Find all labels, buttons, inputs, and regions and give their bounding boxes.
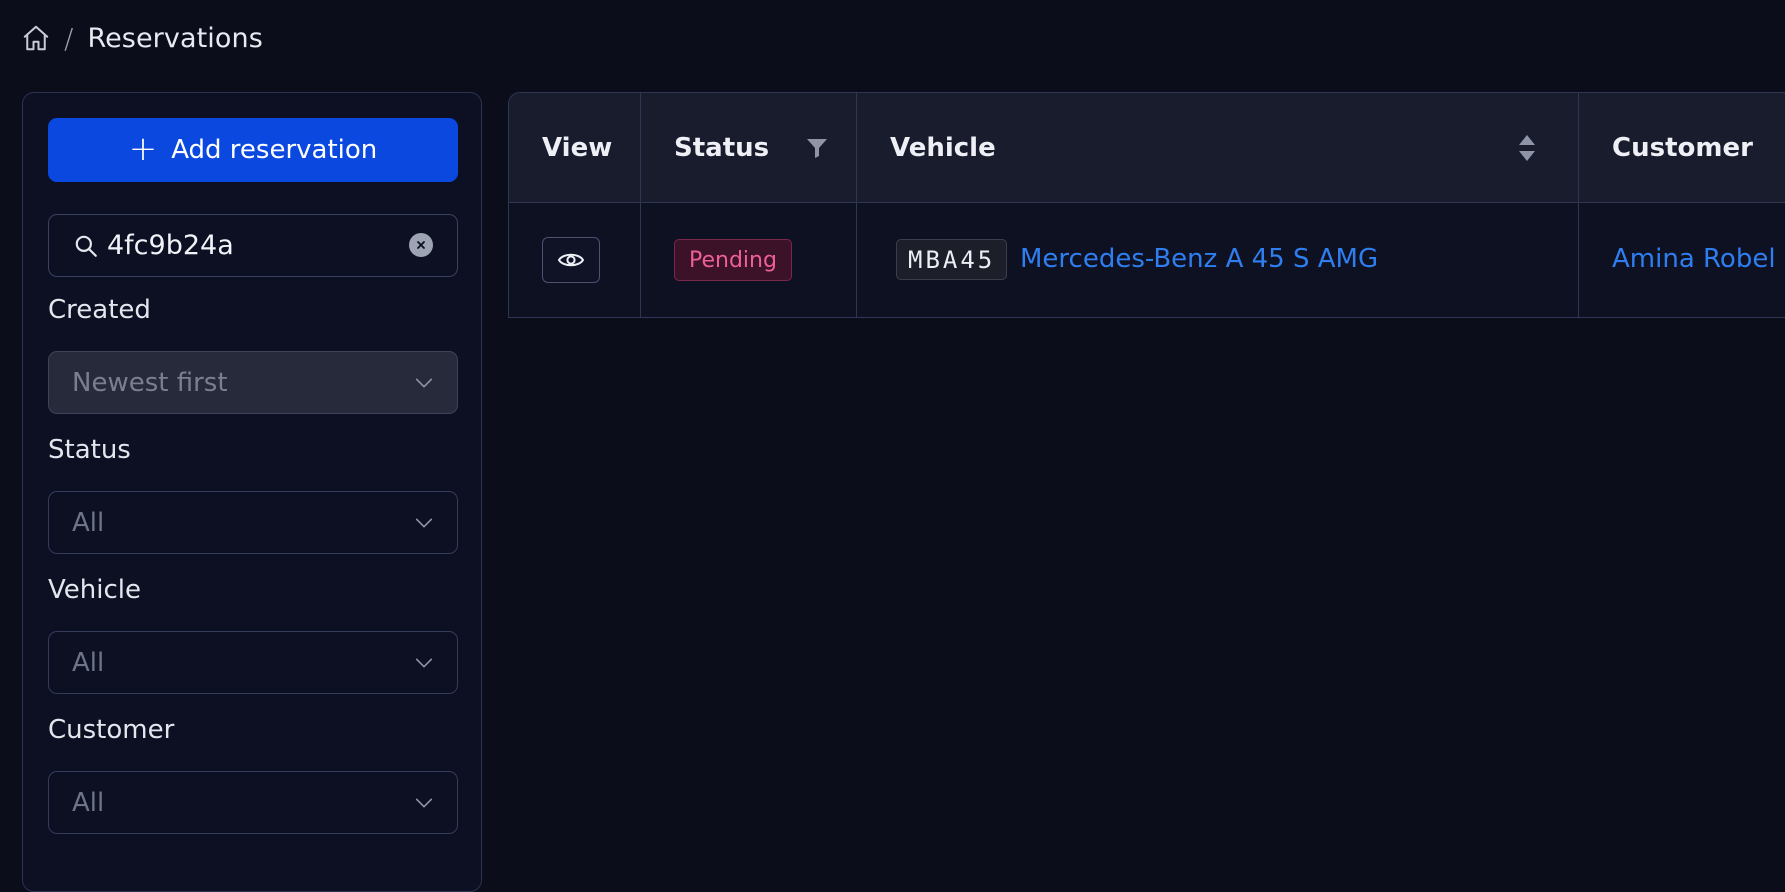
status-filter-value: All xyxy=(72,507,105,538)
customer-filter-select[interactable]: All xyxy=(48,771,458,834)
column-header-vehicle[interactable]: Vehicle xyxy=(857,93,1579,202)
search-icon xyxy=(71,231,101,261)
cell-view xyxy=(509,203,641,317)
customer-link[interactable]: Amina Robel - xyxy=(1612,244,1785,274)
customer-filter-label: Customer xyxy=(48,715,175,745)
chevron-down-icon xyxy=(415,658,433,668)
cell-customer: Amina Robel - xyxy=(1579,203,1785,317)
home-icon[interactable] xyxy=(20,22,52,54)
license-plate: MBA45 xyxy=(896,239,1008,280)
column-header-customer: Customer xyxy=(1579,93,1785,202)
table-row: Pending MBA45 Mercedes-Benz A 45 S AMG A… xyxy=(509,203,1785,317)
filter-icon[interactable] xyxy=(805,136,829,160)
chevron-down-icon xyxy=(415,518,433,528)
plus-icon: + xyxy=(128,128,158,169)
view-reservation-button[interactable] xyxy=(542,237,600,283)
status-filter-label: Status xyxy=(48,435,131,465)
created-filter-label: Created xyxy=(48,295,151,325)
reservations-table: View Status Vehicle Customer Pending MBA… xyxy=(508,92,1785,318)
filter-sidebar: + Add reservation Created Newest first S… xyxy=(22,92,482,892)
eye-icon xyxy=(557,253,585,267)
column-header-vehicle-label: Vehicle xyxy=(890,133,996,163)
sort-icon[interactable] xyxy=(1517,133,1537,163)
status-badge: Pending xyxy=(674,239,792,281)
search-box xyxy=(48,214,458,277)
column-header-status-label: Status xyxy=(674,133,770,163)
search-input[interactable] xyxy=(107,230,397,261)
customer-filter-value: All xyxy=(72,787,105,818)
cell-vehicle: MBA45 Mercedes-Benz A 45 S AMG xyxy=(857,203,1579,317)
vehicle-filter-select[interactable]: All xyxy=(48,631,458,694)
table-header: View Status Vehicle Customer xyxy=(509,93,1785,203)
column-header-customer-label: Customer xyxy=(1612,133,1753,163)
column-header-view: View xyxy=(509,93,641,202)
status-filter-select[interactable]: All xyxy=(48,491,458,554)
cell-status: Pending xyxy=(641,203,857,317)
chevron-down-icon xyxy=(415,378,433,388)
breadcrumb-separator: / xyxy=(64,21,74,55)
created-sort-select[interactable]: Newest first xyxy=(48,351,458,414)
breadcrumb-current: Reservations xyxy=(87,22,263,54)
add-reservation-label: Add reservation xyxy=(171,135,378,165)
created-sort-value: Newest first xyxy=(72,367,228,398)
vehicle-filter-label: Vehicle xyxy=(48,575,141,605)
vehicle-link[interactable]: Mercedes-Benz A 45 S AMG xyxy=(1020,244,1378,274)
column-header-status: Status xyxy=(641,93,857,202)
chevron-down-icon xyxy=(415,798,433,808)
clear-search-icon[interactable] xyxy=(409,233,433,257)
add-reservation-button[interactable]: + Add reservation xyxy=(48,118,458,182)
column-header-view-label: View xyxy=(542,133,613,163)
vehicle-filter-value: All xyxy=(72,647,105,678)
breadcrumb: / Reservations xyxy=(20,20,263,56)
